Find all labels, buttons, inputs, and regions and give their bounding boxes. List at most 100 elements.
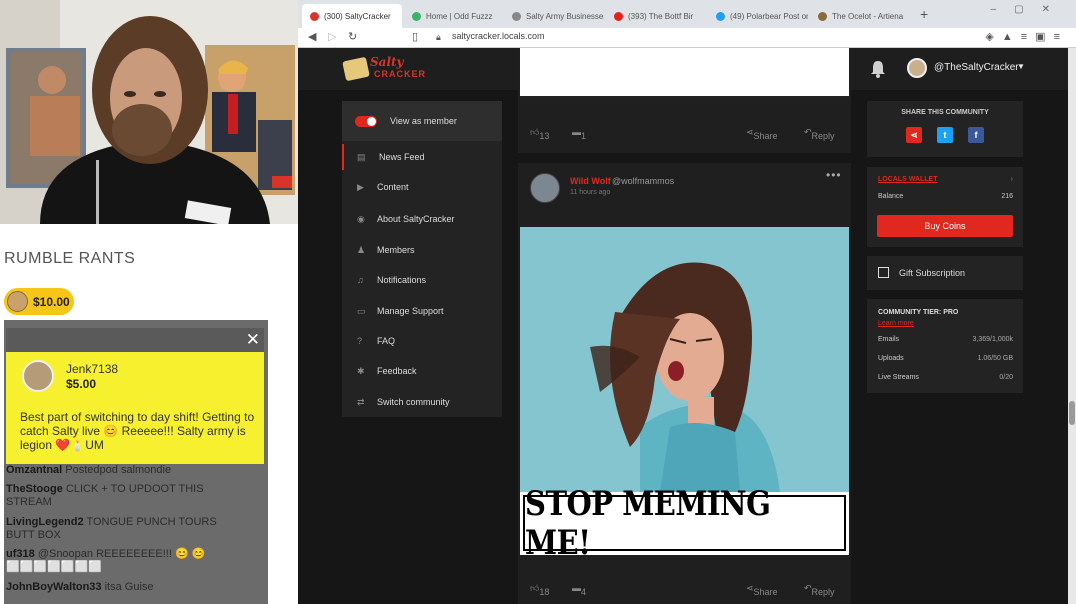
reply-button[interactable]: ↶ Reply <box>804 583 835 597</box>
stat-label: Live Streams <box>878 374 919 381</box>
sidebar-item-label: About SaltyCracker <box>377 214 455 224</box>
tab-bar: (300) SaltyCracker Home | Odd Fuzzz Salt… <box>298 0 1076 28</box>
sidebar-item-news-feed[interactable]: ▤ News Feed <box>342 144 502 170</box>
sidebar-item-members[interactable]: ♟ Members <box>342 237 502 263</box>
bell-icon[interactable] <box>870 60 886 78</box>
sidebar-item-faq[interactable]: ? FAQ <box>342 328 502 354</box>
gift-icon <box>878 267 889 278</box>
chevron-right-icon[interactable]: › <box>1011 176 1013 183</box>
meme-image[interactable]: STOP MEMING ME! <box>520 227 849 555</box>
site-logo[interactable]: Salty CRACKER <box>342 55 425 83</box>
meme-caption-box: STOP MEMING ME! <box>523 484 846 555</box>
buy-coins-button[interactable]: Buy Coins <box>877 215 1013 237</box>
tab-ocelot[interactable]: The Ocelot - Artiena <box>810 4 914 28</box>
reload-icon[interactable]: ↻ <box>348 30 357 43</box>
tab-odd-fuzzz[interactable]: Home | Odd Fuzzz <box>404 4 502 28</box>
tab-title: (49) Polarbear Post on <box>730 11 808 21</box>
chat-text: @Snoopan REEEEEEEE!!! 😊 😊 ⬜⬜⬜⬜⬜⬜⬜ <box>6 548 206 573</box>
stat-value: 3,369/1,000k <box>972 336 1013 343</box>
page-scrollbar[interactable] <box>1068 48 1076 604</box>
play-icon: ▶ <box>357 181 364 192</box>
reply-button[interactable]: ↶ Reply <box>804 127 835 141</box>
sidebar-item-switch-community[interactable]: ⇄ Switch community <box>342 389 502 415</box>
tab-favicon <box>614 11 623 21</box>
comment-button[interactable]: ▬ 4 <box>572 583 586 597</box>
logo-text-bottom: CRACKER <box>374 69 426 79</box>
rant-pill[interactable]: $10.00 <box>4 288 74 315</box>
share-button[interactable]: ⋖ Share <box>746 583 778 597</box>
card-icon: ▭ <box>357 305 366 316</box>
user-name[interactable]: @TheSaltyCracker <box>934 62 1019 73</box>
sidebar-item-notifications[interactable]: ♫ Notifications <box>342 267 502 293</box>
rant-pill-amount: $10.00 <box>33 294 70 309</box>
tab-salty-army[interactable]: Salty Army Businesses <box>504 4 604 28</box>
share-button[interactable]: ⋖ Share <box>746 127 778 141</box>
new-tab-icon[interactable]: + <box>920 6 928 22</box>
comment-count: 4 <box>581 587 587 597</box>
bookmark-icon[interactable]: ▯ <box>412 30 418 43</box>
feed-post: Wild Wolf @wolfmammos 11 hours ago ••• S… <box>518 163 851 604</box>
like-button[interactable]: 👍︎ 18 <box>530 583 549 597</box>
share-community-card: SHARE THIS COMMUNITY ⋖ t f <box>867 101 1023 157</box>
chevron-down-icon[interactable]: ▼ <box>1017 62 1025 71</box>
post-image <box>520 48 849 100</box>
stat-value: 0/20 <box>999 374 1013 381</box>
tab-favicon <box>310 11 319 21</box>
chat-message: uf318 @Snoopan REEEEEEEE!!! 😊 😊 ⬜⬜⬜⬜⬜⬜⬜ <box>6 548 256 574</box>
url-text[interactable]: saltycracker.locals.com <box>452 31 545 41</box>
tab-youtube[interactable]: (393) The Bottf Bir <box>606 4 706 28</box>
sidebar-item-content[interactable]: ▶ Content <box>342 174 502 200</box>
stat-label: Uploads <box>878 355 904 362</box>
share-icon[interactable]: ⋖ <box>906 127 922 143</box>
sidebar-item-label: Manage Support <box>377 306 444 316</box>
sidebar-item-label: Switch community <box>377 397 450 407</box>
extension-icons[interactable]: ◈▲≡▣≡ <box>985 30 1068 43</box>
post-handle[interactable]: @wolfmammos <box>612 176 674 186</box>
avatar[interactable] <box>907 58 927 78</box>
sidebar-item-label: Notifications <box>377 275 427 285</box>
rant-message: Best part of switching to day shift! Get… <box>20 410 255 452</box>
sidebar-item-manage-support[interactable]: ▭ Manage Support <box>342 298 502 324</box>
sidebar-item-label: Members <box>377 245 415 255</box>
post-author[interactable]: Wild Wolf <box>570 176 611 186</box>
view-as-member-row[interactable]: View as member <box>342 101 502 141</box>
tab-saltycracker[interactable]: (300) SaltyCracker <box>302 4 402 28</box>
learn-more-link[interactable]: Learn more <box>878 320 914 327</box>
sidebar-item-feedback[interactable]: ✱ Feedback <box>342 358 502 384</box>
comment-count: 1 <box>581 131 587 141</box>
tab-twitter[interactable]: (49) Polarbear Post on <box>708 4 808 28</box>
balance-value: 216 <box>1001 193 1013 200</box>
sidebar-item-about[interactable]: ◉ About SaltyCracker <box>342 206 502 232</box>
locals-page: Salty CRACKER ⚲ @TheSaltyCracker ▼ View … <box>298 48 1068 604</box>
comment-button[interactable]: ▬ 1 <box>572 127 586 141</box>
scrollbar-thumb[interactable] <box>1069 401 1075 425</box>
like-count: 18 <box>539 587 550 597</box>
view-as-member-toggle[interactable] <box>355 116 377 127</box>
members-icon: ♟ <box>357 244 366 255</box>
logo-badge-icon <box>342 56 370 82</box>
webcam-image <box>0 0 298 224</box>
gift-subscription-card[interactable]: Gift Subscription <box>867 256 1023 290</box>
sidebar-menu: View as member ▤ News Feed ▶ Content ◉ Abou… <box>342 101 502 417</box>
like-button[interactable]: 👍︎ 13 <box>530 127 549 141</box>
forward-icon[interactable]: ▷ <box>328 30 336 43</box>
stat-label: Emails <box>878 336 900 343</box>
rant-avatar <box>22 360 54 392</box>
gift-subscription-label: Gift Subscription <box>899 268 966 278</box>
tab-title: Salty Army Businesses <box>526 11 604 21</box>
twitter-icon[interactable]: t <box>937 127 953 143</box>
feedback-icon: ✱ <box>357 365 365 376</box>
chat-username: uf318 <box>6 548 35 560</box>
rant-card-header: ✕ <box>6 328 264 352</box>
window-controls[interactable]: –▢✕ <box>991 4 1068 15</box>
reply-label: Reply <box>811 587 835 597</box>
more-options-icon[interactable]: ••• <box>826 168 842 182</box>
facebook-icon[interactable]: f <box>968 127 984 143</box>
close-icon[interactable]: ✕ <box>246 330 260 350</box>
chat-message: Omzantnal Postedpod salmondie <box>6 464 171 476</box>
avatar[interactable] <box>530 173 560 203</box>
tab-title: Home | Odd Fuzzz <box>426 11 493 21</box>
rant-amount: $5.00 <box>66 377 97 391</box>
back-icon[interactable]: ◀ <box>308 30 316 43</box>
wallet-title[interactable]: LOCALS WALLET <box>878 176 938 183</box>
